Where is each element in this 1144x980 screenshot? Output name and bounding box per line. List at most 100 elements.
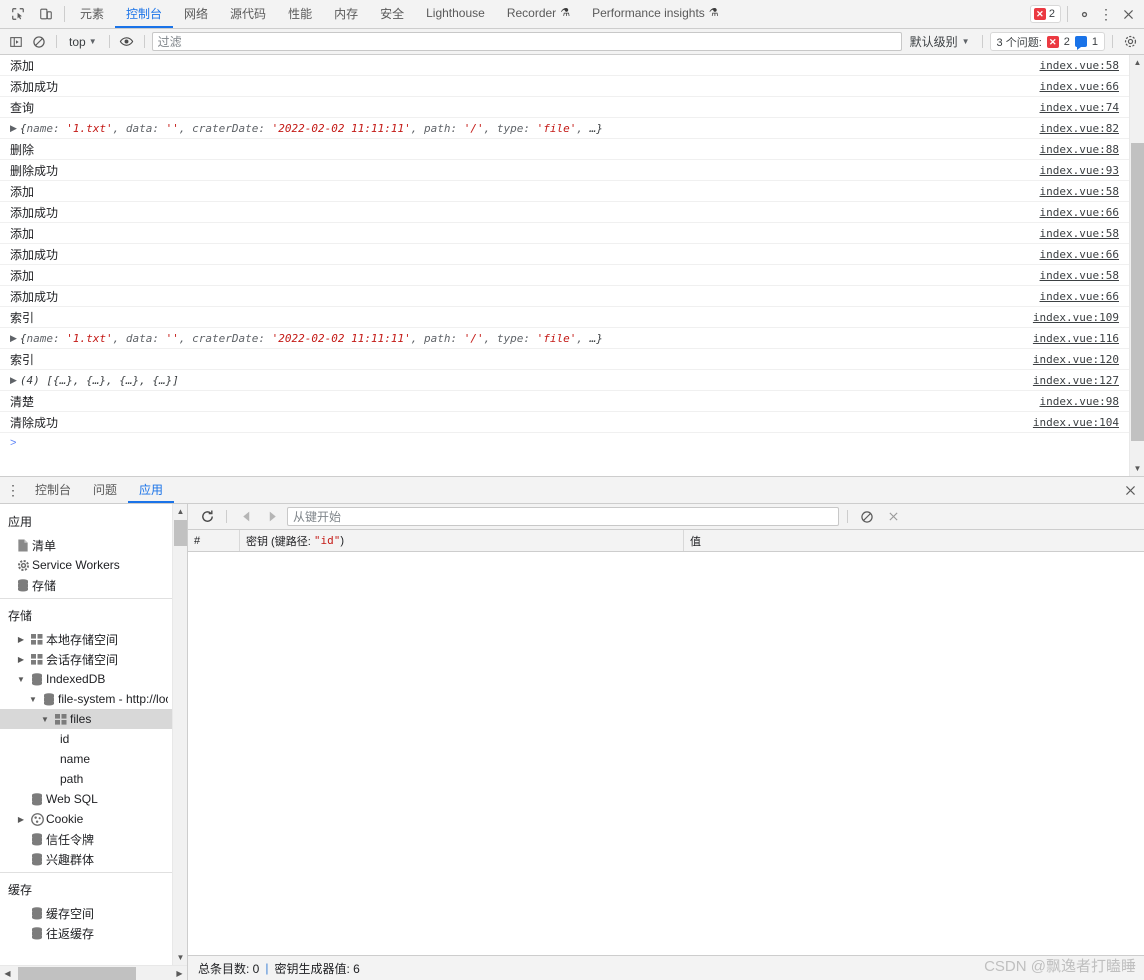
console-prompt[interactable]: > bbox=[0, 433, 1129, 453]
console-sidebar-toggle-icon[interactable] bbox=[6, 32, 26, 52]
previous-page-icon[interactable] bbox=[235, 507, 257, 527]
log-level-selector[interactable]: 默认级别 ▼ bbox=[905, 32, 975, 51]
drawer-tab-application[interactable]: 应用 bbox=[128, 477, 175, 503]
scrollbar-thumb[interactable] bbox=[1131, 143, 1144, 441]
column-header-index[interactable]: # bbox=[188, 530, 240, 551]
sidebar-item-indexeddb[interactable]: ▼ IndexedDB bbox=[0, 669, 172, 689]
sidebar-item-interest-groups[interactable]: 兴趣群体 bbox=[0, 849, 172, 869]
source-link[interactable]: index.vue:66 bbox=[1040, 80, 1129, 93]
scroll-down-arrow-icon[interactable]: ▼ bbox=[1130, 461, 1144, 476]
console-message[interactable]: 删除 index.vue:88 bbox=[0, 139, 1129, 160]
live-expression-eye-icon[interactable] bbox=[117, 32, 137, 52]
tab-security[interactable]: 安全 bbox=[369, 0, 415, 28]
chevron-right-icon[interactable]: ▶ bbox=[14, 815, 28, 824]
expand-triangle-icon[interactable]: ▶ bbox=[10, 123, 17, 134]
console-message[interactable]: 添加成功 index.vue:66 bbox=[0, 202, 1129, 223]
sidebar-item-storage[interactable]: 存储 bbox=[0, 575, 172, 595]
tab-elements[interactable]: 元素 bbox=[69, 0, 115, 28]
source-link[interactable]: index.vue:109 bbox=[1033, 311, 1129, 324]
source-link[interactable]: index.vue:58 bbox=[1040, 59, 1129, 72]
sidebar-item-cache-storage[interactable]: 缓存空间 bbox=[0, 903, 172, 923]
console-message[interactable]: 添加成功 index.vue:66 bbox=[0, 286, 1129, 307]
source-link[interactable]: index.vue:82 bbox=[1040, 122, 1129, 135]
gear-icon[interactable] bbox=[1074, 4, 1094, 24]
console-message[interactable]: 添加成功 index.vue:66 bbox=[0, 244, 1129, 265]
chevron-down-icon[interactable]: ▼ bbox=[26, 695, 40, 704]
tab-lighthouse[interactable]: Lighthouse bbox=[415, 0, 496, 28]
console-message[interactable]: 添加 index.vue:58 bbox=[0, 55, 1129, 76]
source-link[interactable]: index.vue:58 bbox=[1040, 227, 1129, 240]
console-message[interactable]: 查询 index.vue:74 bbox=[0, 97, 1129, 118]
tab-sources[interactable]: 源代码 bbox=[219, 0, 277, 28]
console-message-object[interactable]: ▶ {name: '1.txt', data: '', craterDate: … bbox=[0, 118, 1129, 139]
chevron-down-icon[interactable]: ▼ bbox=[38, 715, 52, 724]
expand-triangle-icon[interactable]: ▶ bbox=[10, 375, 17, 386]
chevron-right-icon[interactable]: ▶ bbox=[14, 635, 28, 644]
error-count-badge[interactable]: ✕ 2 bbox=[1029, 5, 1061, 23]
drawer-close-icon[interactable] bbox=[1116, 477, 1144, 503]
console-settings-gear-icon[interactable] bbox=[1120, 32, 1140, 52]
tab-recorder[interactable]: Recorder ⚗ bbox=[496, 0, 581, 28]
drawer-tab-console[interactable]: 控制台 bbox=[24, 477, 82, 503]
tab-console[interactable]: 控制台 bbox=[115, 0, 174, 28]
console-message[interactable]: 清除成功 index.vue:104 bbox=[0, 412, 1129, 433]
chevron-right-icon[interactable]: ▶ bbox=[14, 655, 28, 664]
source-link[interactable]: index.vue:93 bbox=[1040, 164, 1129, 177]
drawer-tab-issues[interactable]: 问题 bbox=[82, 477, 128, 503]
sidebar-item-index-path[interactable]: path bbox=[0, 769, 172, 789]
console-scrollbar[interactable]: ▲ ▼ bbox=[1129, 55, 1144, 476]
scroll-up-arrow-icon[interactable]: ▲ bbox=[173, 504, 187, 519]
device-toolbar-icon[interactable] bbox=[36, 4, 56, 24]
console-message-array[interactable]: ▶ (4) [{…}, {…}, {…}, {…}] index.vue:127 bbox=[0, 370, 1129, 391]
source-link[interactable]: index.vue:58 bbox=[1040, 269, 1129, 282]
sidebar-item-index-id[interactable]: id bbox=[0, 729, 172, 749]
tab-performance[interactable]: 性能 bbox=[277, 0, 323, 28]
source-link[interactable]: index.vue:66 bbox=[1040, 290, 1129, 303]
console-filter-input[interactable] bbox=[151, 32, 902, 51]
sidebar-item-database[interactable]: ▼ file-system - http://local bbox=[0, 689, 172, 709]
scrollbar-thumb[interactable] bbox=[18, 967, 136, 980]
delete-selected-icon[interactable] bbox=[882, 507, 904, 527]
sidebar-item-web-sql[interactable]: Web SQL bbox=[0, 789, 172, 809]
start-from-key-input[interactable] bbox=[287, 507, 839, 526]
sidebar-item-index-name[interactable]: name bbox=[0, 749, 172, 769]
inspect-cursor-icon[interactable] bbox=[8, 4, 28, 24]
source-link[interactable]: index.vue:98 bbox=[1040, 395, 1129, 408]
clear-object-store-icon[interactable] bbox=[856, 507, 878, 527]
console-message[interactable]: 索引 index.vue:120 bbox=[0, 349, 1129, 370]
sidebar-vertical-scrollbar[interactable]: ▲ ▼ bbox=[172, 504, 187, 965]
source-link[interactable]: index.vue:66 bbox=[1040, 248, 1129, 261]
close-icon[interactable] bbox=[1118, 4, 1138, 24]
console-message[interactable]: 清楚 index.vue:98 bbox=[0, 391, 1129, 412]
clear-console-icon[interactable] bbox=[29, 32, 49, 52]
scroll-right-arrow-icon[interactable]: ▶ bbox=[172, 966, 187, 980]
execution-context-selector[interactable]: top ▼ bbox=[64, 32, 102, 51]
next-page-icon[interactable] bbox=[261, 507, 283, 527]
sidebar-item-cookie[interactable]: ▶ Cookie bbox=[0, 809, 172, 829]
expand-triangle-icon[interactable]: ▶ bbox=[10, 333, 17, 344]
sidebar-item-trust-tokens[interactable]: 信任令牌 bbox=[0, 829, 172, 849]
kebab-menu-icon[interactable]: ⋮ bbox=[1096, 4, 1116, 24]
console-message[interactable]: 删除成功 index.vue:93 bbox=[0, 160, 1129, 181]
source-link[interactable]: index.vue:127 bbox=[1033, 374, 1129, 387]
source-link[interactable]: index.vue:120 bbox=[1033, 353, 1129, 366]
tab-network[interactable]: 网络 bbox=[173, 0, 219, 28]
console-message[interactable]: 添加 index.vue:58 bbox=[0, 223, 1129, 244]
refresh-icon[interactable] bbox=[196, 507, 218, 527]
scroll-left-arrow-icon[interactable]: ◀ bbox=[0, 966, 15, 980]
console-message-object[interactable]: ▶ {name: '1.txt', data: '', craterDate: … bbox=[0, 328, 1129, 349]
sidebar-item-object-store-files[interactable]: ▼ files bbox=[0, 709, 172, 729]
column-header-value[interactable]: 值 bbox=[684, 530, 1144, 551]
console-message[interactable]: 索引 index.vue:109 bbox=[0, 307, 1129, 328]
tab-memory[interactable]: 内存 bbox=[323, 0, 369, 28]
tab-performance-insights[interactable]: Performance insights ⚗ bbox=[581, 0, 730, 28]
issues-counter-chip[interactable]: 3 个问题: ✕ 2 1 bbox=[989, 32, 1105, 51]
console-message[interactable]: 添加 index.vue:58 bbox=[0, 265, 1129, 286]
sidebar-item-manifest[interactable]: 清单 bbox=[0, 535, 172, 555]
column-header-key[interactable]: 密钥 (键路径: "id") bbox=[240, 530, 684, 551]
drawer-more-icon[interactable]: ⋮ bbox=[2, 477, 24, 503]
sidebar-item-session-storage[interactable]: ▶ 会话存储空间 bbox=[0, 649, 172, 669]
source-link[interactable]: index.vue:58 bbox=[1040, 185, 1129, 198]
sidebar-item-back-forward-cache[interactable]: 往返缓存 bbox=[0, 923, 172, 943]
sidebar-item-service-workers[interactable]: Service Workers bbox=[0, 555, 172, 575]
